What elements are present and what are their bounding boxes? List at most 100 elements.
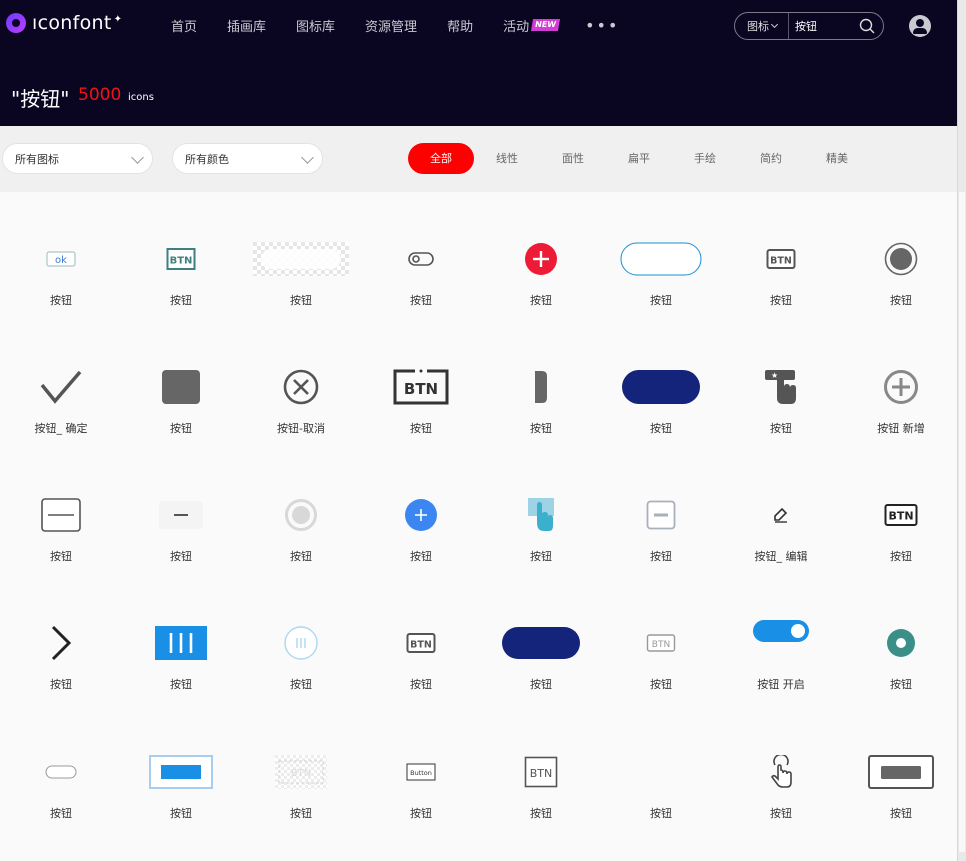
icon-card[interactable]: BTN 按钮 [601,576,721,704]
icon-type-select-value: 所有图标 [15,152,59,166]
nav-activity-label: 活动 [503,19,530,35]
tab-linear[interactable]: 线性 [474,143,540,174]
icon-card[interactable]: 按钮 [241,576,361,704]
square-button-icon [121,360,241,414]
tab-filled[interactable]: 面性 [540,143,606,174]
main-nav: 首页 插画库 图标库 资源管理 帮助 活动 NEW ••• [171,0,619,50]
search-type-dropdown[interactable]: 图标 [735,13,789,39]
minus-icon [121,488,241,542]
icon-card[interactable]: 按钮 [121,705,241,833]
nav-illustrations[interactable]: 插画库 [227,16,266,35]
icon-card[interactable]: 按钮 [241,448,361,576]
btn-dashed-icon: BTN [241,745,361,799]
icon-card[interactable]: 按钮 [481,448,601,576]
close-circle-icon [241,360,361,414]
color-select[interactable]: 所有颜色 [172,143,323,174]
icon-type-select[interactable]: 所有图标 [2,143,153,174]
icon-label: 按钮_ 确定 [34,422,88,435]
icon-card[interactable]: 按钮 [1,448,121,576]
icon-card[interactable]: ok 按钮 [1,192,121,320]
iconfont-logo[interactable]: ıconfont ✦ [6,12,122,34]
icon-card[interactable]: 按钮-取消 [241,320,361,448]
icon-card[interactable]: BTN 按钮 [361,576,481,704]
minus-square-gray-icon [601,488,721,542]
icon-label: 按钮 [170,807,192,820]
tab-exquisite[interactable]: 精美 [804,143,870,174]
nav-help[interactable]: 帮助 [447,16,473,35]
chevron-down-icon [301,151,314,164]
icon-card[interactable]: 按钮 [361,448,481,576]
edit-pen-icon [721,488,841,542]
icon-card[interactable]: 按钮 [481,576,601,704]
tab-all[interactable]: 全部 [408,143,474,174]
icon-card[interactable]: BTN 按钮 [841,448,961,576]
icon-card[interactable]: 按钮_ 编辑 [721,448,841,576]
result-unit: icons [128,92,154,103]
add-blue-circle-icon [361,488,481,542]
icon-card[interactable]: 按钮 [841,192,961,320]
icon-card[interactable]: 按钮 [481,320,601,448]
svg-text:BTN: BTN [770,256,792,267]
search-input[interactable] [795,19,859,33]
page-scrollbar[interactable] [957,0,966,861]
icon-card[interactable]: 按钮 开启 [721,576,841,704]
nav-activity[interactable]: 活动 NEW [503,16,561,35]
icon-card[interactable]: 按钮 [121,320,241,448]
logo-star-icon: ✦ [113,13,122,25]
nav-resource-management[interactable]: 资源管理 [365,16,417,35]
icon-label: 按钮 [50,294,72,307]
icon-card[interactable]: 按钮 [241,192,361,320]
icon-card[interactable]: 按钮 [601,705,721,833]
icon-card[interactable]: 按钮_ 确定 [1,320,121,448]
icon-card[interactable]: Button 按钮 [361,705,481,833]
user-avatar-icon[interactable] [909,15,931,37]
icon-card[interactable]: 按钮 [1,576,121,704]
icon-card[interactable]: ★ 按钮 [721,320,841,448]
new-badge: NEW [531,19,561,31]
icon-card[interactable]: 按钮 [121,448,241,576]
icon-label: 按钮 [650,807,672,820]
more-menu-icon[interactable]: ••• [585,16,619,35]
icon-card[interactable]: BTN 按钮 [121,192,241,320]
minus-square-icon [1,488,121,542]
icon-card[interactable]: 按钮 [841,576,961,704]
icon-label: 按钮 [890,550,912,563]
tab-hand-drawn[interactable]: 手绘 [672,143,738,174]
icon-label: 按钮-取消 [277,422,325,435]
icon-label: 按钮 [650,422,672,435]
icon-label: 按钮 [890,294,912,307]
icon-label: 按钮 [290,294,312,307]
icon-card[interactable]: 按钮 [601,320,721,448]
tab-flat[interactable]: 扁平 [606,143,672,174]
icon-card[interactable]: 按钮 [841,705,961,833]
icon-label: 按钮 [530,550,552,563]
icon-card[interactable]: BTN 按钮 [361,320,481,448]
icon-label: 按钮 [410,550,432,563]
blank-button-icon [601,745,721,799]
color-select-value: 所有颜色 [185,152,229,166]
icon-card[interactable]: BTN 按钮 [721,192,841,320]
icon-card[interactable]: 按钮 [1,705,121,833]
icon-card[interactable]: 按钮 [601,192,721,320]
icon-label: 按钮 [290,807,312,820]
scrollbar-thumb[interactable] [959,192,965,852]
icon-card[interactable]: 按钮 [721,705,841,833]
icon-card[interactable]: 按钮 [601,448,721,576]
tap-gesture-icon [721,745,841,799]
tab-minimal[interactable]: 简约 [738,143,804,174]
icon-card[interactable]: BTN 按钮 [241,705,361,833]
search-icon[interactable] [859,18,875,34]
icon-card[interactable]: 按钮 [361,192,481,320]
nav-icon-library[interactable]: 图标库 [296,16,335,35]
icon-card[interactable]: 按钮 [121,576,241,704]
svg-text:BTN: BTN [410,640,432,651]
icon-card[interactable]: BTN 按钮 [481,705,601,833]
nav-home[interactable]: 首页 [171,16,197,35]
filter-bar: 所有图标 所有颜色 全部 线性 面性 扁平 手绘 简约 精美 [0,126,957,192]
icon-label: 按钮 [170,294,192,307]
icon-card[interactable]: 按钮 新增 [841,320,961,448]
icon-card[interactable]: 按钮 [481,192,601,320]
svg-text:BTN: BTN [652,640,670,650]
radio-button-icon [841,232,961,286]
framed-gray-button-icon [841,745,961,799]
